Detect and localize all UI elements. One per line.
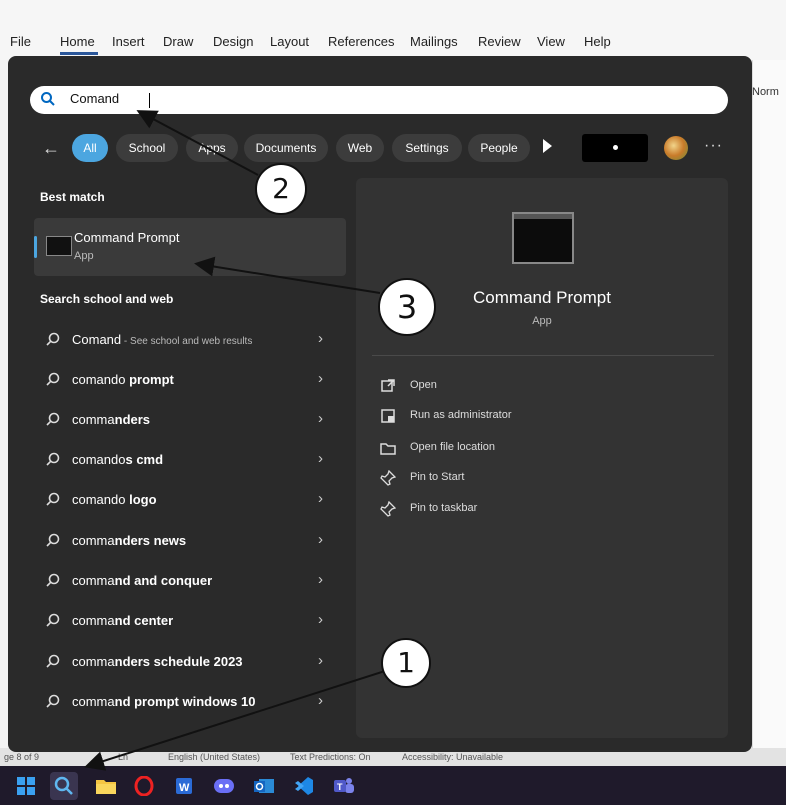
arrow-2 (136, 110, 259, 176)
callout-2: 2 (255, 163, 307, 215)
callout-1: 1 (381, 638, 431, 688)
callout-3: 3 (378, 278, 436, 336)
arrow-1 (84, 669, 389, 771)
arrow-3 (194, 256, 381, 294)
